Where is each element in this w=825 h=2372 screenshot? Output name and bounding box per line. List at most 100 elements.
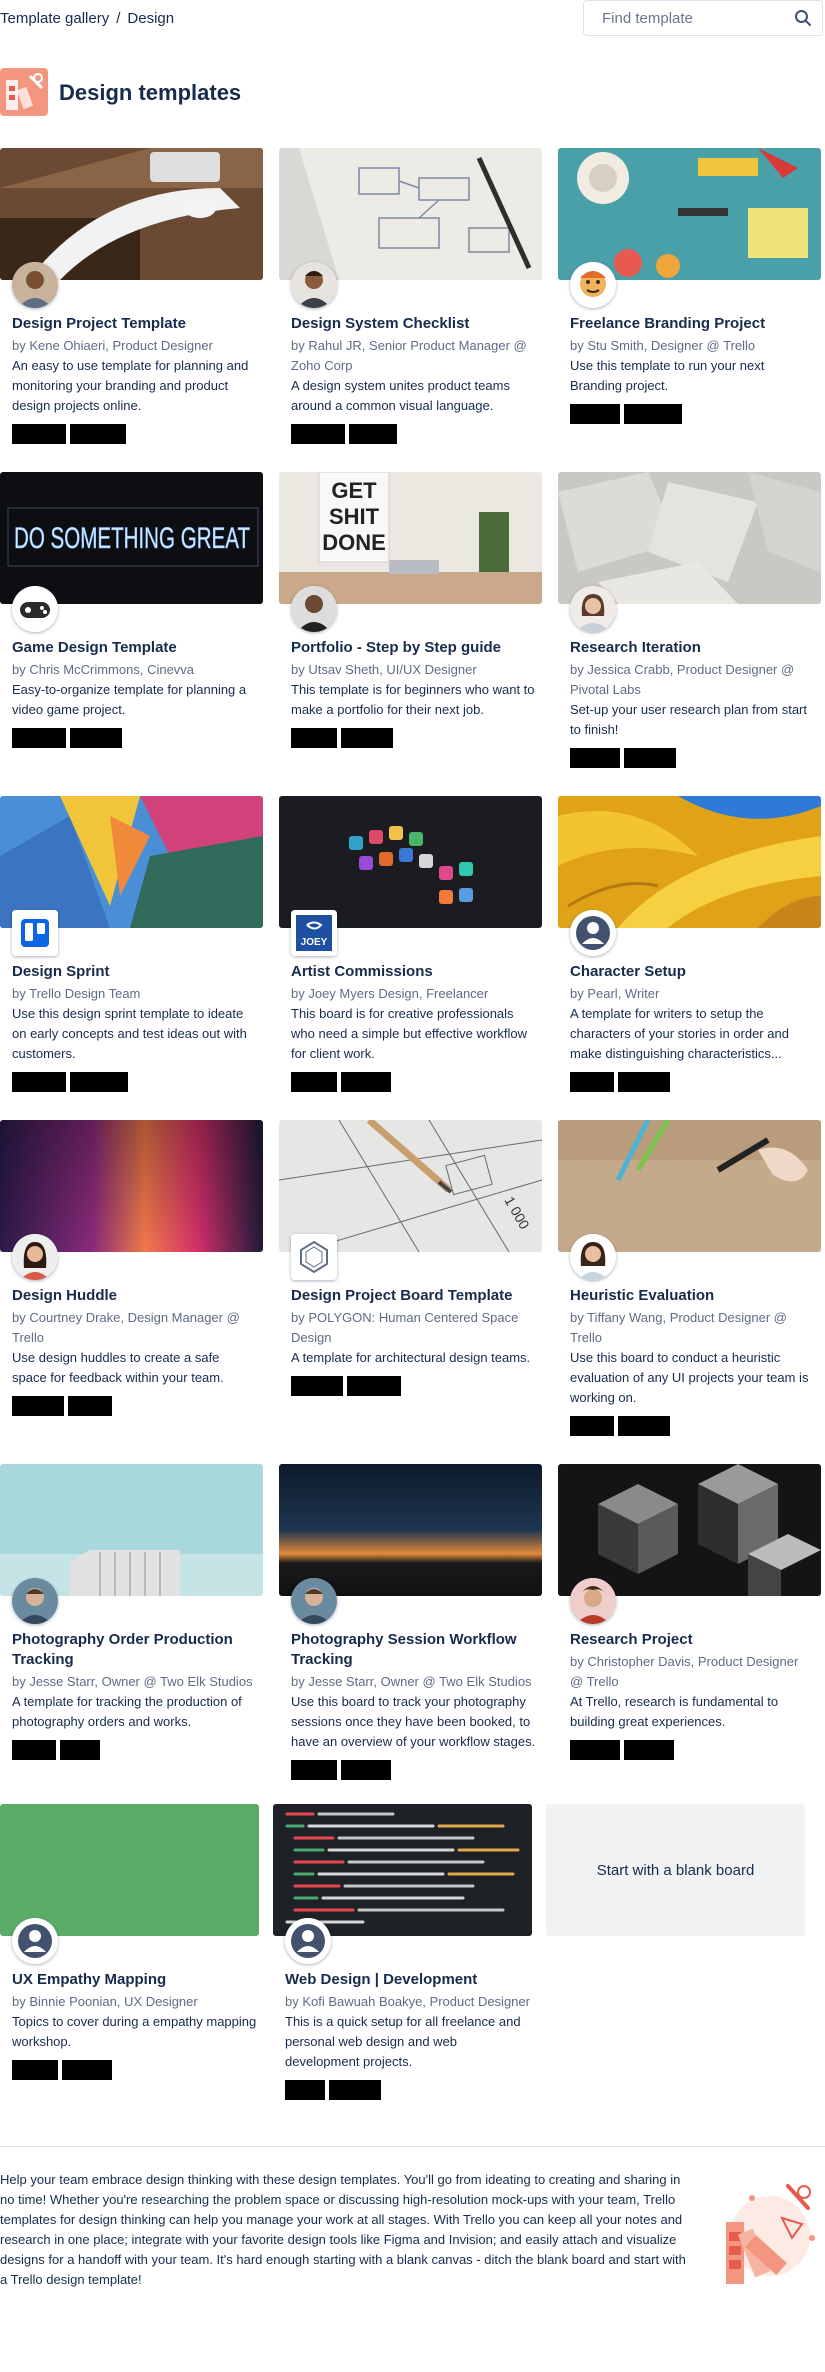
- breadcrumb-gallery-link[interactable]: Template gallery: [0, 10, 109, 27]
- template-card-design-huddle[interactable]: Design Huddle by Courtney Drake, Design …: [0, 1120, 263, 1416]
- search-input[interactable]: [584, 1, 784, 35]
- redacted-action[interactable]: [341, 1072, 391, 1092]
- card-body: by Christopher Davis, Product Designer @…: [570, 1652, 815, 1760]
- card-title[interactable]: Character Setup: [570, 962, 815, 982]
- card-author: by Binnie Poonian, UX Designer: [12, 1994, 198, 2009]
- card-body: by Kofi Bawuah Boakye, Product Designer …: [285, 1992, 530, 2100]
- card-cover-image: [0, 796, 263, 928]
- redacted-action[interactable]: [12, 424, 66, 444]
- redacted-action[interactable]: [12, 728, 66, 748]
- template-card-photography-session[interactable]: Photography Session Workflow Tracking by…: [279, 1464, 542, 1780]
- redacted-action[interactable]: [12, 1740, 56, 1760]
- brand-logo-text: JOEY: [301, 937, 328, 948]
- redacted-action[interactable]: [349, 424, 397, 444]
- redacted-action[interactable]: [570, 748, 620, 768]
- redacted-action[interactable]: [12, 1396, 64, 1416]
- card-title[interactable]: UX Empathy Mapping: [12, 1970, 257, 1990]
- card-author: by Christopher Davis, Product Designer @…: [570, 1654, 799, 1689]
- card-cover-image: [273, 1804, 532, 1936]
- redacted-action[interactable]: [60, 1740, 100, 1760]
- template-card-artist-commissions[interactable]: JOEY Artist Commissions by Joey Myers De…: [279, 796, 542, 1092]
- redacted-action[interactable]: [70, 1072, 128, 1092]
- card-cover-image: [0, 1464, 263, 1596]
- card-author: by Pearl, Writer: [570, 986, 660, 1001]
- card-cover-image: [279, 1464, 542, 1596]
- template-card-research-iteration[interactable]: Research Iteration by Jessica Crabb, Pro…: [558, 472, 821, 768]
- author-avatar: JOEY: [291, 910, 337, 956]
- template-card-ux-empathy-mapping[interactable]: UX Empathy Mapping by Binnie Poonian, UX…: [0, 1804, 263, 2080]
- template-card-portfolio-guide[interactable]: GET SHIT DONE Portfolio - Step by Step g…: [279, 472, 542, 748]
- card-title[interactable]: Artist Commissions: [291, 962, 536, 982]
- search-icon[interactable]: [794, 9, 812, 27]
- card-cover-image: [558, 1464, 821, 1596]
- author-avatar: [285, 1918, 331, 1964]
- template-card-design-project[interactable]: Design Project Template by Kene Ohiaeri,…: [0, 148, 263, 444]
- card-title[interactable]: Portfolio - Step by Step guide: [291, 638, 536, 658]
- card-actions: [570, 1740, 815, 1760]
- redacted-action[interactable]: [624, 748, 676, 768]
- redacted-action[interactable]: [329, 2080, 381, 2100]
- template-card-research-project[interactable]: Research Project by Christopher Davis, P…: [558, 1464, 821, 1760]
- redacted-action[interactable]: [12, 1072, 66, 1092]
- card-title[interactable]: Design Project Board Template: [291, 1286, 536, 1306]
- card-description: This template is for beginners who want …: [291, 682, 535, 717]
- redacted-action[interactable]: [62, 2060, 112, 2080]
- design-illustration-icon: [712, 2178, 822, 2288]
- redacted-action[interactable]: [341, 728, 393, 748]
- redacted-action[interactable]: [624, 1740, 674, 1760]
- card-description: Use this design sprint template to ideat…: [12, 1006, 247, 1061]
- template-card-game-design[interactable]: DO SOMETHING GREAT Game Design Template …: [0, 472, 263, 748]
- card-actions: [12, 2060, 257, 2080]
- redacted-action[interactable]: [624, 404, 682, 424]
- redacted-action[interactable]: [291, 728, 337, 748]
- redacted-action[interactable]: [68, 1396, 112, 1416]
- redacted-action[interactable]: [291, 424, 345, 444]
- redacted-action[interactable]: [70, 728, 122, 748]
- redacted-action[interactable]: [291, 1376, 343, 1396]
- redacted-action[interactable]: [618, 1416, 670, 1436]
- template-card-design-sprint[interactable]: Design Sprint by Trello Design Team Use …: [0, 796, 263, 1092]
- card-actions: [291, 424, 536, 444]
- redacted-action[interactable]: [70, 424, 126, 444]
- template-card-character-setup[interactable]: Character Setup by Pearl, Writer A templ…: [558, 796, 821, 1092]
- card-title[interactable]: Photography Order Production Tracking: [12, 1630, 257, 1670]
- redacted-action[interactable]: [12, 2060, 58, 2080]
- card-author: by Tiffany Wang, Product Designer @ Trel…: [570, 1310, 787, 1345]
- card-author: by Joey Myers Design, Freelancer: [291, 986, 489, 1001]
- card-title[interactable]: Design System Checklist: [291, 314, 536, 334]
- template-card-freelance-branding[interactable]: Freelance Branding Project by Stu Smith,…: [558, 148, 821, 424]
- redacted-action[interactable]: [570, 404, 620, 424]
- redacted-action[interactable]: [291, 1760, 337, 1780]
- template-card-design-project-board[interactable]: 1 000 Design Project Board Template by P…: [279, 1120, 542, 1396]
- card-title[interactable]: Game Design Template: [12, 638, 257, 658]
- author-avatar: [291, 262, 337, 308]
- template-card-heuristic-evaluation[interactable]: Heuristic Evaluation by Tiffany Wang, Pr…: [558, 1120, 821, 1436]
- card-cover-image: GET SHIT DONE: [279, 472, 542, 604]
- card-title[interactable]: Research Iteration: [570, 638, 815, 658]
- card-title[interactable]: Photography Session Workflow Tracking: [291, 1630, 536, 1670]
- blank-board-button[interactable]: Start with a blank board: [546, 1804, 805, 1936]
- redacted-action[interactable]: [291, 1072, 337, 1092]
- card-actions: [12, 424, 257, 444]
- redacted-action[interactable]: [618, 1072, 670, 1092]
- card-actions: [12, 1740, 257, 1760]
- card-title[interactable]: Design Huddle: [12, 1286, 257, 1306]
- card-title[interactable]: Heuristic Evaluation: [570, 1286, 815, 1306]
- redacted-action[interactable]: [285, 2080, 325, 2100]
- redacted-action[interactable]: [341, 1760, 391, 1780]
- template-card-web-design[interactable]: Web Design | Development by Kofi Bawuah …: [273, 1804, 536, 2100]
- card-title[interactable]: Web Design | Development: [285, 1970, 530, 1990]
- template-card-design-system-checklist[interactable]: Design System Checklist by Rahul JR, Sen…: [279, 148, 542, 444]
- template-card-photography-order[interactable]: Photography Order Production Tracking by…: [0, 1464, 263, 1760]
- card-actions: [291, 1072, 536, 1092]
- redacted-action[interactable]: [570, 1416, 614, 1436]
- poster-line-3: DONE: [322, 530, 386, 555]
- card-title[interactable]: Freelance Branding Project: [570, 314, 815, 334]
- redacted-action[interactable]: [570, 1740, 620, 1760]
- card-title[interactable]: Design Sprint: [12, 962, 257, 982]
- card-description: At Trello, research is fundamental to bu…: [570, 1694, 779, 1729]
- card-title[interactable]: Design Project Template: [12, 314, 257, 334]
- redacted-action[interactable]: [570, 1072, 614, 1092]
- redacted-action[interactable]: [347, 1376, 401, 1396]
- card-title[interactable]: Research Project: [570, 1630, 815, 1650]
